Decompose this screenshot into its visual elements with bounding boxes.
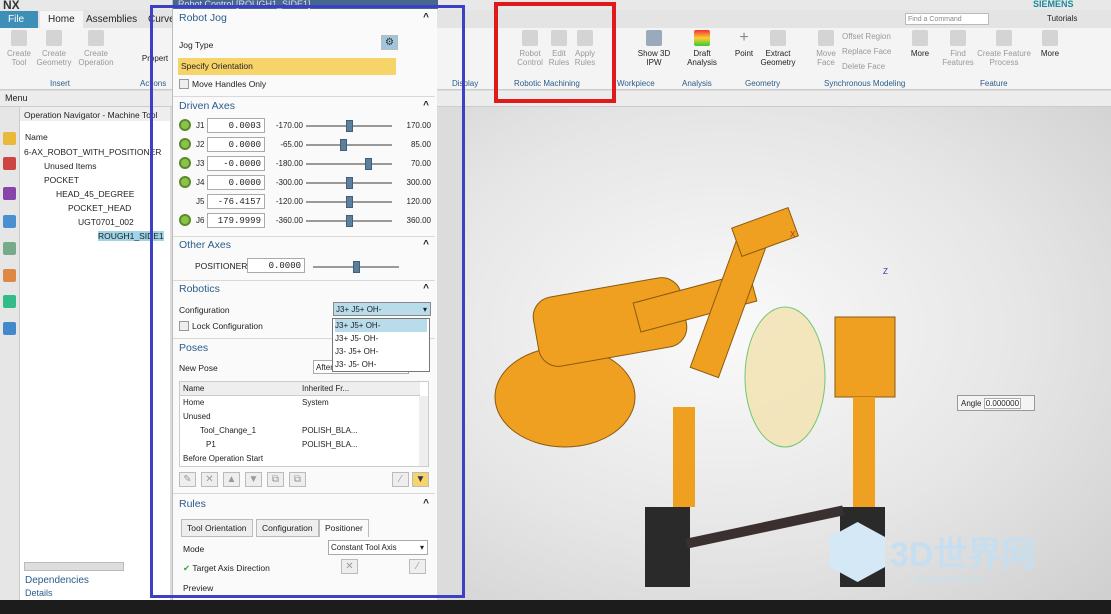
navigator-icon[interactable] [3,132,16,145]
show-3d-ipw-button[interactable]: Show 3D IPW [636,28,672,67]
tree-item[interactable]: HEAD_45_DEGREE [56,189,134,199]
move-face-icon [818,30,834,46]
create-geometry-icon [46,30,62,46]
draft-analysis-icon [694,30,710,46]
tree-item[interactable]: UGT0701_002 [78,217,134,227]
extract-geometry-button[interactable]: Extract Geometry [758,28,798,67]
more-icon [912,30,928,46]
more-icon [1042,30,1058,46]
taskbar [0,600,1111,614]
group-synchronous-modeling: Synchronous Modeling [824,79,906,88]
tab-assemblies[interactable]: Assemblies [78,11,145,28]
draft-analysis-button[interactable]: Draft Analysis [682,28,722,67]
tutorials-link[interactable]: Tutorials [1047,14,1077,23]
delete-face-button[interactable]: Delete Face [842,62,902,71]
horizontal-scrollbar[interactable] [24,562,124,571]
extract-geometry-icon [770,30,786,46]
axis-z-label: Z [883,267,888,276]
tree-item[interactable]: 6-AX_ROBOT_WITH_POSITIONER [24,147,161,157]
highlight-box-dialog [150,5,465,598]
tree-item[interactable]: Unused Items [44,161,96,171]
brand-logo: SIEMENS [1033,0,1074,9]
highlight-box-robotic-machining [494,2,616,103]
tab-file[interactable]: File [0,11,38,28]
more-sync-button[interactable]: More [906,28,934,58]
angle-value[interactable]: 0.000000 [983,398,1022,409]
group-geometry: Geometry [745,79,781,88]
create-operation-icon [88,30,104,46]
angle-input[interactable]: Angle 0.000000 [957,395,1035,411]
group-feature: Feature [980,79,1008,88]
tree-item[interactable]: POCKET_HEAD [68,203,131,213]
replace-face-button[interactable]: Replace Face [842,47,902,56]
tree-item[interactable]: POCKET [44,175,79,185]
watermark-url: WWW.3DSJW.COM [915,575,987,584]
palette-icon[interactable] [3,295,16,308]
dependencies-panel[interactable]: Dependencies [25,575,89,586]
create-tool-icon [11,30,27,46]
offset-region-button[interactable]: Offset Region [842,32,902,41]
workpiece [744,306,826,448]
group-analysis: Analysis [682,79,712,88]
machine-icon[interactable] [3,157,16,170]
watermark: 3D世界网 [890,536,1036,574]
create-tool-button[interactable]: Create Tool [4,28,34,67]
more-feature-button[interactable]: More [1036,28,1064,58]
roles-icon[interactable] [3,242,16,255]
menu-button[interactable]: Menu [5,93,28,103]
find-features-icon [950,30,966,46]
point-button[interactable]: + Point [730,28,758,59]
create-feature-process-button[interactable]: Create Feature Process [976,28,1032,67]
navigator-title: Operation Navigator - Machine Tool [20,107,170,121]
column-header-name[interactable]: Name [25,132,48,142]
move-face-button[interactable]: Move Face [812,28,840,67]
group-insert: Insert [50,79,71,88]
resource-bar [0,107,20,600]
web-icon[interactable] [3,322,16,335]
graphics-viewport[interactable]: X Z 3D世界网 WWW.3DSJW.COM [465,107,1111,600]
ipw-icon [646,30,662,46]
create-operation-button[interactable]: Create Operation [76,28,116,67]
find-command-input[interactable]: Find a Command [905,13,989,25]
history-icon[interactable] [3,269,16,282]
feature-process-icon [996,30,1012,46]
operation-navigator-icon[interactable] [3,215,16,228]
axis-x-label: X [790,230,796,239]
create-geometry-button[interactable]: Create Geometry [34,28,74,67]
tab-home[interactable]: Home [40,11,83,28]
operation-navigator: Operation Navigator - Machine Tool Name … [20,107,170,600]
plus-icon: + [739,29,749,46]
tool-icon[interactable] [3,187,16,200]
group-workpiece: Workpiece [617,79,655,88]
find-features-button[interactable]: Find Features [942,28,974,67]
details-panel[interactable]: Details [25,588,53,598]
